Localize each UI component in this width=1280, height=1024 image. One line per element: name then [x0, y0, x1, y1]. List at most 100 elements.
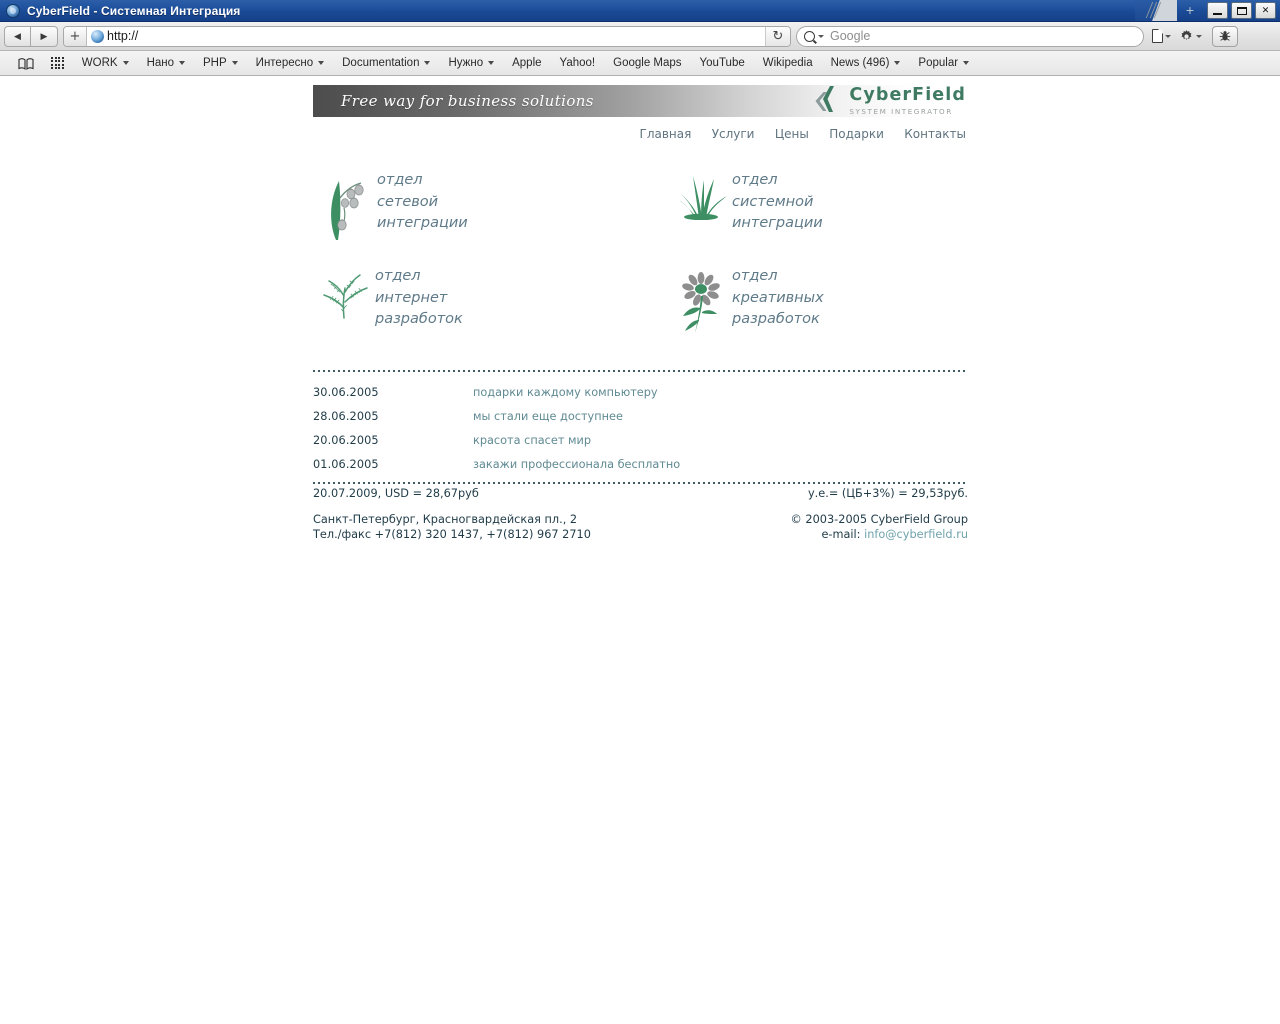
bookmark-item-news[interactable]: News (496): [822, 51, 910, 76]
page-viewport: Free way for business solutions CyberFie…: [0, 79, 1280, 1024]
bookmark-item-nano[interactable]: Нано: [138, 51, 194, 76]
department-label: отдел сетевой интеграции: [377, 172, 468, 231]
bookmark-label: Нано: [146, 57, 175, 69]
news-date: 30.06.2005: [313, 386, 379, 399]
chevron-down-icon: [179, 61, 186, 65]
logo-wordmark: CyberField SYSTEM INTEGRATOR: [849, 85, 966, 114]
chevron-down-icon[interactable]: [818, 34, 824, 38]
chevron-logo-icon: [815, 86, 835, 112]
footer-email-row: e-mail: info@cyberfield.ru: [791, 527, 968, 542]
new-tab-button[interactable]: +: [1186, 3, 1194, 18]
page-content: Free way for business solutions CyberFie…: [313, 85, 968, 542]
bookmark-item-yahoo[interactable]: Yahoo!: [551, 51, 605, 76]
news-item[interactable]: 20.06.2005 красота спасет мир: [313, 434, 968, 447]
news-item[interactable]: 28.06.2005 мы стали еще доступнее: [313, 410, 968, 423]
dill-icon: [313, 264, 375, 320]
navigation-buttons: ◀ ▶: [4, 25, 58, 47]
bookmark-manager-button[interactable]: [9, 51, 42, 76]
departments-grid: отдел сетевой интеграции отдел системной…: [313, 168, 968, 336]
news-title-link[interactable]: мы стали еще доступнее: [473, 410, 623, 423]
nav-link-uslugi[interactable]: Услуги: [712, 127, 755, 141]
bookmark-label: Documentation: [342, 57, 420, 69]
gear-icon: [1179, 29, 1194, 44]
site-slogan: Free way for business solutions: [341, 92, 594, 110]
divider-bottom: [313, 482, 968, 484]
nav-link-glavnaya[interactable]: Главная: [640, 127, 692, 141]
browser-tab[interactable]: [1135, 0, 1177, 21]
bookmark-item-work[interactable]: WORK: [73, 51, 138, 76]
department-label: отдел системной интеграции: [732, 172, 823, 231]
usd-rate: 20.07.2009, USD = 28,67руб: [313, 487, 479, 500]
news-list: 30.06.2005 подарки каждому компьютеру 28…: [313, 386, 968, 471]
department-internet-development[interactable]: отдел интернет разработок: [313, 264, 653, 336]
bookmark-item-apple[interactable]: Apple: [503, 51, 550, 76]
site-logo[interactable]: CyberField SYSTEM INTEGRATOR: [814, 84, 966, 116]
chevron-down-icon: [488, 61, 495, 65]
department-creative-development[interactable]: отдел креативных разработок: [653, 264, 968, 336]
chevron-down-icon: [963, 61, 970, 65]
minimize-button[interactable]: [1207, 2, 1228, 19]
developer-tools-button[interactable]: [1212, 25, 1238, 47]
bookmark-label: Интересно: [255, 57, 314, 69]
bookmark-item-documentation[interactable]: Documentation: [333, 51, 439, 76]
department-label: отдел интернет разработок: [375, 268, 463, 327]
bug-icon: [1219, 31, 1231, 41]
news-title-link[interactable]: закажи профессионала бесплатно: [473, 458, 680, 471]
footer-copyright: © 2003-2005 CyberField Group: [790, 513, 968, 526]
bookmark-item-youtube[interactable]: YouTube: [691, 51, 754, 76]
news-item[interactable]: 30.06.2005 подарки каждому компьютеру: [313, 386, 968, 399]
nav-link-ceny[interactable]: Цены: [775, 127, 809, 141]
site-nav: Главная Услуги Цены Подарки Контакты: [313, 127, 968, 141]
browser-window: CyberField - Системная Интеграция + ✕ ◀ …: [0, 0, 1280, 1024]
favicon-icon: [91, 29, 104, 43]
news-title-link[interactable]: подарки каждому компьютеру: [473, 386, 658, 399]
bookmark-item-wikipedia[interactable]: Wikipedia: [754, 51, 822, 76]
currency-rates: 20.07.2009, USD = 28,67руб у.е.= (ЦБ+3%)…: [313, 487, 968, 500]
bookmark-item-interesno[interactable]: Интересно: [247, 51, 333, 76]
bookmark-item-php[interactable]: PHP: [194, 51, 247, 76]
bookmark-label: YouTube: [699, 57, 745, 69]
bookmark-item-nuzhno[interactable]: Нужно: [439, 51, 503, 76]
nav-link-podarki[interactable]: Подарки: [829, 127, 884, 141]
close-button[interactable]: ✕: [1255, 2, 1276, 19]
bookmark-label: Google Maps: [613, 57, 682, 69]
apps-grid-button[interactable]: [42, 51, 73, 76]
settings-menu-button[interactable]: [1179, 29, 1202, 44]
add-tab-icon[interactable]: +: [64, 26, 87, 46]
search-input[interactable]: Google: [830, 29, 870, 43]
chevron-down-icon: [1165, 34, 1171, 38]
url-input[interactable]: http://: [107, 29, 138, 43]
back-button[interactable]: ◀: [4, 25, 31, 47]
news-date: 01.06.2005: [313, 458, 379, 471]
footer-copyright-block: © 2003-2005 CyberField Group e-mail: inf…: [791, 512, 968, 542]
news-item[interactable]: 01.06.2005 закажи профессионала бесплатн…: [313, 458, 968, 471]
chevron-down-icon: [318, 61, 325, 65]
bookmark-label: Нужно: [448, 57, 484, 69]
news-title-link[interactable]: красота спасет мир: [473, 434, 591, 447]
bookmark-item-popular[interactable]: Popular: [909, 51, 978, 76]
department-system-integration[interactable]: отдел системной интеграции: [653, 168, 968, 264]
chevron-down-icon: [231, 61, 238, 65]
address-bar[interactable]: + http:// ↻: [63, 25, 791, 47]
reload-button[interactable]: ↻: [765, 26, 790, 46]
forward-button[interactable]: ▶: [31, 25, 58, 47]
news-date: 28.06.2005: [313, 410, 379, 423]
window-controls: ✕: [1207, 2, 1276, 19]
daisy-icon: [670, 264, 732, 336]
footer-email-label: e-mail:: [821, 528, 865, 541]
department-network-integration[interactable]: отдел сетевой интеграции: [313, 168, 653, 264]
bookmark-label: WORK: [81, 57, 118, 69]
search-bar[interactable]: Google: [796, 25, 1144, 47]
footer-contacts: Санкт-Петербург, Красногвардейская пл., …: [313, 512, 968, 542]
bookmarks-bar: WORK Нано PHP Интересно Documentation Ну…: [0, 51, 1280, 76]
ue-rate: у.е.= (ЦБ+3%) = 29,53руб.: [808, 487, 968, 500]
bookmark-item-google-maps[interactable]: Google Maps: [604, 51, 690, 76]
nav-link-kontakty[interactable]: Контакты: [904, 127, 966, 141]
bookmark-label: Popular: [918, 57, 959, 69]
window-titlebar: CyberField - Системная Интеграция + ✕: [0, 0, 1280, 22]
footer-email-link[interactable]: info@cyberfield.ru: [864, 528, 968, 541]
page-menu-button[interactable]: [1152, 29, 1171, 43]
search-icon: [804, 30, 815, 42]
maximize-button[interactable]: [1231, 2, 1252, 19]
footer-address-block: Санкт-Петербург, Красногвардейская пл., …: [313, 512, 591, 542]
